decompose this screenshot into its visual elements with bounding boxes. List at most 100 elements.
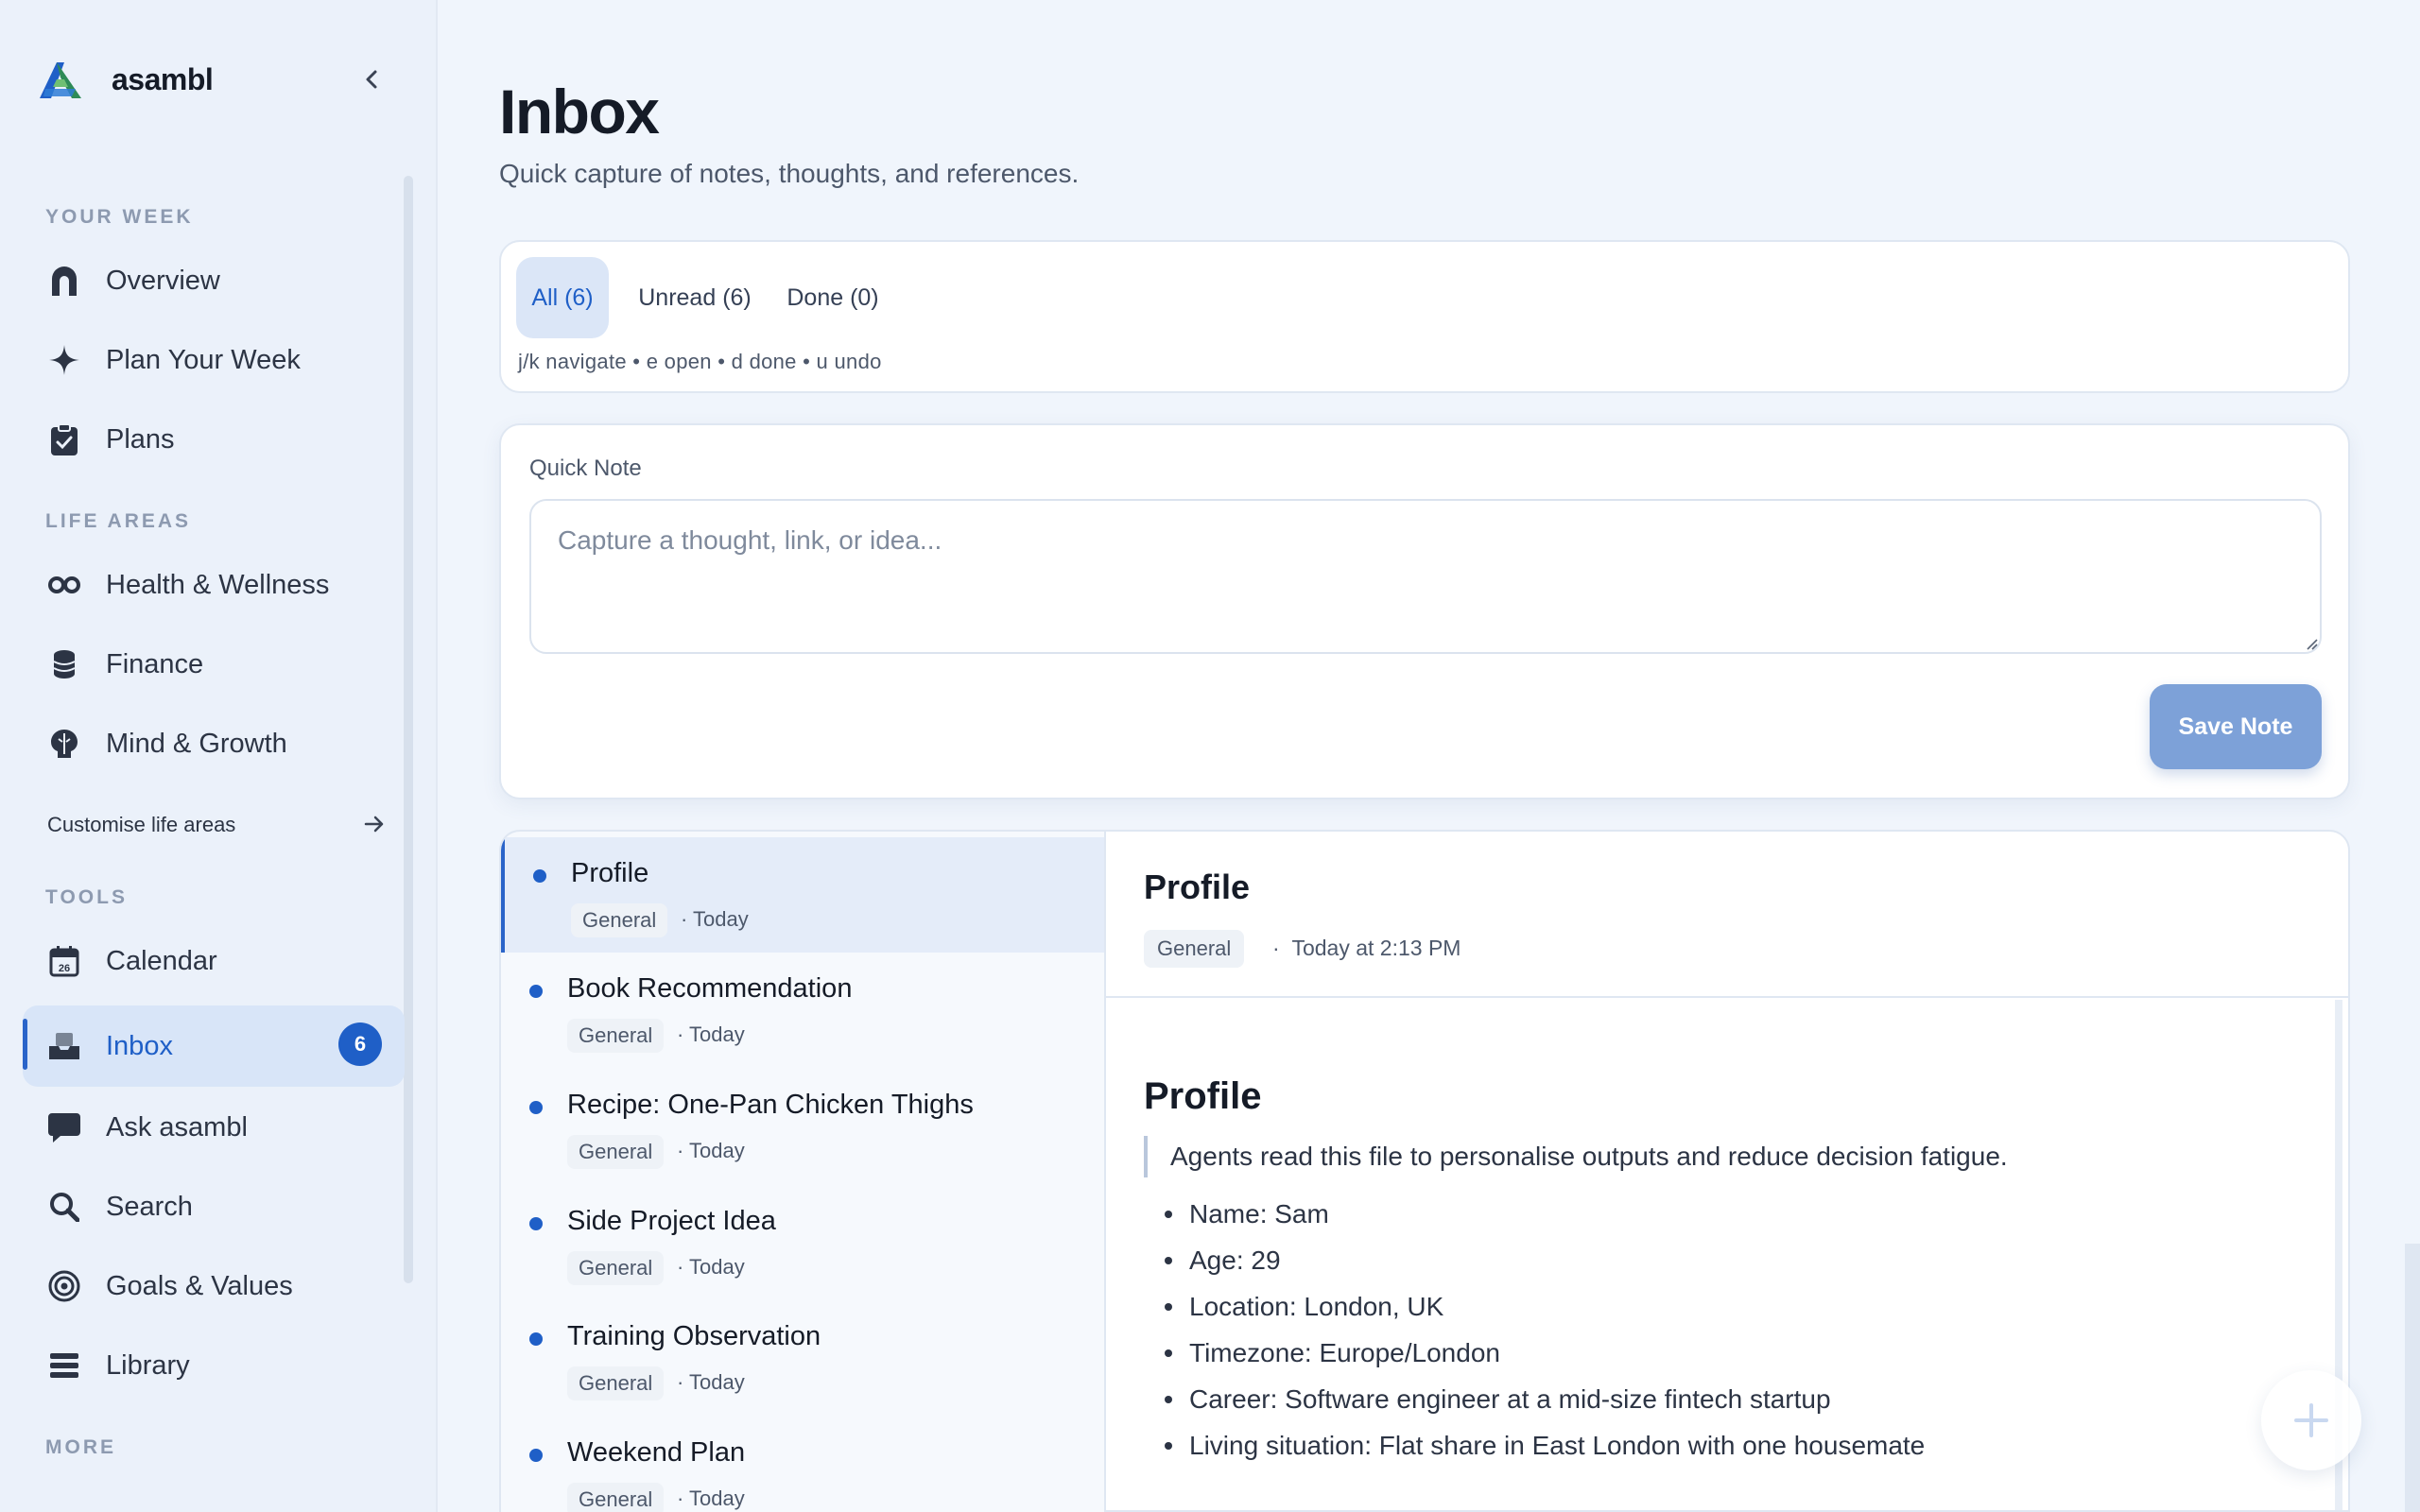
page-subtitle: Quick capture of notes, thoughts, and re… bbox=[499, 159, 1080, 188]
sidebar-item-ask-asambl[interactable]: Ask asambl bbox=[23, 1089, 405, 1166]
profile-facts-list: Name: Sam Age: 29 Location: London, UK T… bbox=[1144, 1191, 1925, 1469]
list-item: Name: Sam bbox=[1144, 1191, 1925, 1237]
quick-note-input[interactable] bbox=[529, 499, 2322, 654]
category-tag: General bbox=[567, 1483, 665, 1512]
sidebar-item-health-wellness[interactable]: Health & Wellness bbox=[23, 546, 405, 624]
category-tag: General bbox=[567, 1135, 665, 1169]
calendar-icon: 26 bbox=[47, 944, 81, 978]
list-item[interactable]: Training Observation General · Today bbox=[501, 1300, 1106, 1416]
note-body-heading: Profile bbox=[1144, 1075, 1262, 1117]
sidebar-item-label: Mind & Growth bbox=[106, 728, 287, 759]
list-item-date: · Today bbox=[681, 907, 749, 931]
brand[interactable]: asambl bbox=[36, 53, 214, 106]
tab-done[interactable]: Done (0) bbox=[773, 257, 892, 338]
resize-grip-icon[interactable] bbox=[2303, 635, 2318, 650]
notes-list: Profile General · Today Book Recommendat… bbox=[499, 830, 1106, 1512]
sidebar-item-label: Plans bbox=[106, 423, 175, 455]
list-item-date-value: Today bbox=[689, 1370, 745, 1394]
sidebar-item-label: Inbox bbox=[106, 1030, 173, 1061]
list-item-date-value: Today bbox=[689, 1255, 745, 1279]
category-tag: General bbox=[567, 1366, 665, 1400]
category-tag: General bbox=[567, 1019, 665, 1053]
unread-dot bbox=[529, 1217, 543, 1230]
list-item[interactable]: Book Recommendation General · Today bbox=[501, 953, 1106, 1068]
sidebar-item-label: Calendar bbox=[106, 945, 217, 976]
stack-icon bbox=[47, 1349, 81, 1383]
sidebar-item-overview[interactable]: Overview bbox=[23, 242, 405, 319]
sidebar-item-label: Finance bbox=[106, 648, 204, 679]
sidebar-item-library[interactable]: Library bbox=[23, 1327, 405, 1404]
note-detail-panel: Profile General · Today at 2:13 PM Profi… bbox=[1104, 830, 2350, 1512]
list-item-date: · Today bbox=[677, 1486, 745, 1510]
sidebar-item-inbox[interactable]: Inbox 6 bbox=[23, 1005, 405, 1087]
sidebar-item-label: Search bbox=[106, 1191, 193, 1222]
sidebar-item-goals-values[interactable]: Goals & Values bbox=[23, 1247, 405, 1325]
asambl-logo-icon bbox=[40, 62, 81, 98]
coins-stack-icon bbox=[47, 647, 81, 681]
list-item: Age: 29 bbox=[1144, 1237, 1925, 1283]
search-icon bbox=[47, 1190, 81, 1224]
list-item-date-value: Today bbox=[689, 1486, 745, 1510]
note-detail-timestamp-value: Today at 2:13 PM bbox=[1291, 936, 1461, 960]
sidebar-item-label: Ask asambl bbox=[106, 1111, 248, 1143]
page-scrollbar[interactable] bbox=[2405, 1244, 2420, 1512]
list-item: Location: London, UK bbox=[1144, 1283, 1925, 1330]
note-detail-header: Profile General · Today at 2:13 PM bbox=[1106, 832, 2348, 998]
list-item-date: · Today bbox=[677, 1139, 745, 1162]
collapse-sidebar-button[interactable] bbox=[354, 60, 391, 98]
sidebar-item-finance[interactable]: Finance bbox=[23, 626, 405, 703]
category-tag: General bbox=[1144, 930, 1245, 968]
category-tag: General bbox=[571, 903, 668, 937]
keyboard-shortcuts-hint: j/k navigate • e open • d done • u undo bbox=[518, 350, 882, 373]
list-item[interactable]: Profile General · Today bbox=[501, 837, 1106, 953]
sidebar-scrollbar[interactable] bbox=[404, 176, 413, 1283]
calendar-day-number: 26 bbox=[59, 963, 70, 974]
save-note-button[interactable]: Save Note bbox=[2150, 684, 2322, 769]
note-body-quote: Agents read this file to personalise out… bbox=[1144, 1136, 2008, 1177]
list-item-date: · Today bbox=[677, 1370, 745, 1394]
list-item-title: Side Project Idea bbox=[567, 1206, 776, 1236]
inbox-count-badge: 6 bbox=[338, 1022, 382, 1066]
customise-label: Customise life areas bbox=[47, 813, 236, 836]
list-item-title: Book Recommendation bbox=[567, 973, 853, 1004]
list-item-date: · Today bbox=[677, 1255, 745, 1279]
sidebar-item-calendar[interactable]: 26 Calendar bbox=[23, 922, 405, 1000]
sidebar-item-search[interactable]: Search bbox=[23, 1168, 405, 1246]
sidebar-item-mind-growth[interactable]: Mind & Growth bbox=[23, 705, 405, 782]
list-item[interactable]: Weekend Plan General · Today bbox=[501, 1417, 1106, 1512]
sidebar-item-plans[interactable]: Plans bbox=[23, 401, 405, 478]
list-item: Career: Software engineer at a mid-size … bbox=[1144, 1376, 1925, 1422]
unread-dot bbox=[529, 1101, 543, 1114]
list-item-date-value: Today bbox=[693, 907, 749, 931]
add-note-fab[interactable] bbox=[2261, 1370, 2361, 1470]
clipboard-check-icon bbox=[47, 422, 81, 456]
list-item[interactable]: Side Project Idea General · Today bbox=[501, 1185, 1106, 1300]
section-label-more: MORE bbox=[45, 1436, 116, 1458]
list-item-date-value: Today bbox=[689, 1139, 745, 1162]
unread-dot bbox=[529, 985, 543, 998]
category-tag: General bbox=[567, 1251, 665, 1285]
unread-dot bbox=[529, 1332, 543, 1346]
unread-dot bbox=[533, 869, 546, 883]
sidebar-item-label: Library bbox=[106, 1349, 190, 1381]
list-item[interactable]: Recipe: One-Pan Chicken Thighs General ·… bbox=[501, 1069, 1106, 1184]
list-item-title: Weekend Plan bbox=[567, 1437, 746, 1468]
quick-note-card: Quick Note Save Note bbox=[499, 423, 2350, 799]
list-item-title: Profile bbox=[571, 858, 649, 888]
unread-dot bbox=[529, 1449, 543, 1462]
section-label-your-week: YOUR WEEK bbox=[45, 206, 194, 228]
list-item-date-value: Today bbox=[689, 1022, 745, 1046]
tab-unread[interactable]: Unread (6) bbox=[624, 257, 766, 338]
list-item-title: Training Observation bbox=[567, 1321, 821, 1351]
sidebar-item-label: Plan Your Week bbox=[106, 344, 301, 375]
sidebar-item-plan-your-week[interactable]: Plan Your Week bbox=[23, 321, 405, 399]
note-detail-title: Profile bbox=[1144, 868, 1251, 906]
section-label-life-areas: LIFE AREAS bbox=[45, 510, 192, 532]
inbox-tray-icon bbox=[47, 1029, 81, 1063]
arrow-right-icon bbox=[364, 816, 384, 833]
customise-life-areas-link[interactable]: Customise life areas bbox=[23, 799, 405, 850]
plus-icon bbox=[2294, 1403, 2328, 1437]
brand-name: asambl bbox=[112, 61, 214, 96]
chat-bubble-icon bbox=[47, 1110, 81, 1144]
tab-all[interactable]: All (6) bbox=[516, 257, 609, 338]
